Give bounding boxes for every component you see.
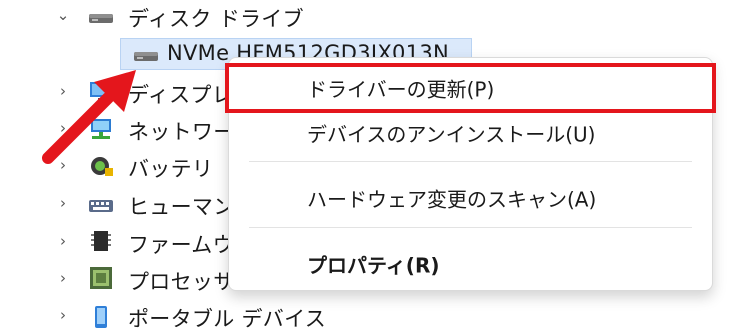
- chevron-down-icon[interactable]: ⌄: [52, 6, 74, 24]
- chevron-right-icon[interactable]: ›: [52, 269, 74, 287]
- chevron-right-icon[interactable]: ›: [52, 156, 74, 174]
- chevron-right-icon[interactable]: ›: [52, 306, 74, 324]
- chevron-right-icon[interactable]: ›: [52, 194, 74, 212]
- hid-icon: [88, 192, 114, 216]
- menu-separator: [249, 227, 692, 228]
- network-icon: [88, 117, 114, 141]
- chevron-right-icon[interactable]: ›: [52, 119, 74, 137]
- category-disk-drives[interactable]: ⌄ ディスク ドライブ: [0, 0, 320, 34]
- menu-item-uninstall-device[interactable]: デバイスのアンインストール(U): [229, 111, 712, 155]
- chevron-right-icon[interactable]: ›: [52, 232, 74, 250]
- firmware-icon: [88, 229, 114, 253]
- menu-item-label: デバイスのアンインストール(U): [307, 122, 596, 147]
- drive-icon: [88, 6, 114, 30]
- menu-separator: [249, 161, 692, 162]
- chevron-right-icon[interactable]: ›: [52, 82, 74, 100]
- menu-item-label: プロパティ(R): [307, 253, 440, 278]
- category-label: バッテリ: [128, 157, 214, 181]
- menu-item-properties[interactable]: プロパティ(R): [229, 242, 712, 286]
- processor-icon: [88, 266, 114, 290]
- portable-device-icon: [88, 305, 114, 329]
- category-label: ポータブル デバイス: [128, 307, 327, 331]
- category-label: ヒューマン: [128, 195, 235, 219]
- menu-item-label: ハードウェア変更のスキャン(A): [307, 187, 597, 212]
- context-menu: ドライバーの更新(P) デバイスのアンインストール(U) ハードウェア変更のスキ…: [225, 57, 716, 291]
- drive-icon: [133, 43, 159, 67]
- category-label: プロセッサ: [128, 270, 235, 294]
- menu-item-scan-hardware[interactable]: ハードウェア変更のスキャン(A): [229, 176, 712, 220]
- menu-item-label: ドライバーの更新(P): [307, 77, 495, 102]
- display-adapter-icon: [88, 80, 114, 104]
- category-portable-devices[interactable]: › ポータブル デバイス: [0, 300, 360, 334]
- menu-item-update-driver[interactable]: ドライバーの更新(P): [225, 63, 716, 113]
- battery-icon: [88, 154, 114, 178]
- category-label: ディスク ドライブ: [128, 7, 304, 31]
